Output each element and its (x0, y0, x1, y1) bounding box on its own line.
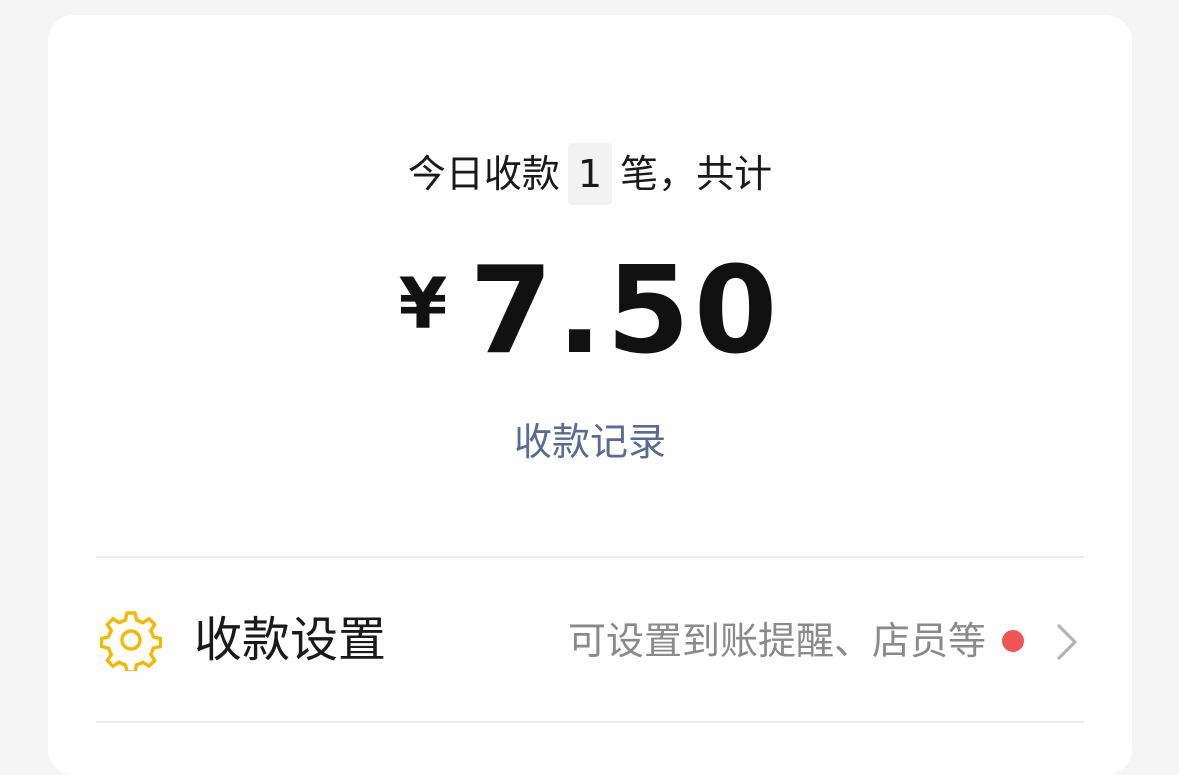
settings-label: 收款设置 (194, 612, 387, 668)
notification-dot (1002, 630, 1024, 652)
summary-prefix: 今日收款 (407, 152, 560, 196)
today-summary: 今日收款 1 笔，共计 (48, 143, 1132, 205)
payment-count: 1 (567, 143, 613, 205)
settings-hint: 可设置到账提醒、店员等 (567, 619, 986, 663)
total-amount: ¥7.50 (48, 247, 1132, 377)
payment-records-link[interactable]: 收款记录 (48, 415, 1132, 469)
payment-card: 今日收款 1 笔，共计 ¥7.50 收款记录 收款设置 可设置到账提醒、店员等 (48, 15, 1132, 775)
payment-settings-row[interactable]: 收款设置 可设置到账提醒、店员等 (96, 558, 1084, 721)
gear-icon (100, 611, 162, 671)
summary-suffix: 笔，共计 (620, 152, 773, 196)
currency-symbol: ¥ (398, 263, 448, 345)
amount-value: 7.50 (469, 242, 782, 381)
divider (96, 721, 1084, 723)
chevron-right-icon (1057, 624, 1077, 660)
